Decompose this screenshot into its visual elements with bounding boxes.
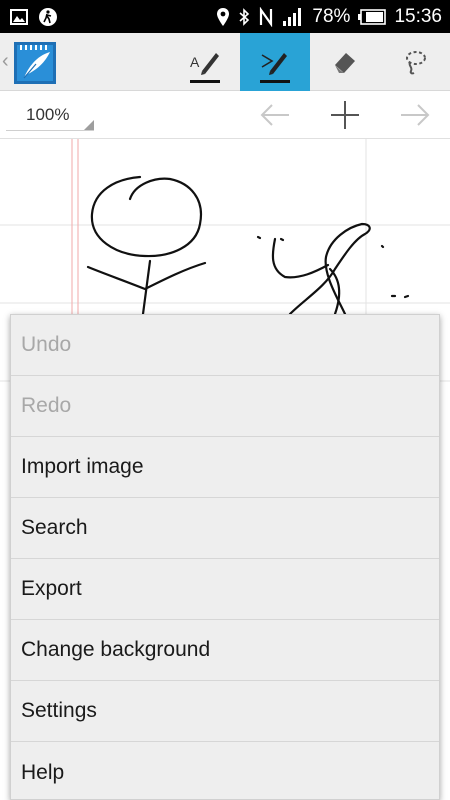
tool-underline	[260, 80, 290, 83]
signal-icon	[282, 7, 304, 27]
menu-item-import-image[interactable]: Import image	[11, 437, 439, 498]
menu-item-settings[interactable]: Settings	[11, 681, 439, 742]
text-pen-icon: A	[190, 53, 219, 75]
tool-underline	[190, 80, 220, 83]
svg-text:A: A	[190, 54, 200, 70]
menu-item-label: Redo	[21, 394, 72, 417]
menu-item-redo[interactable]: Redo	[11, 376, 439, 437]
menu-item-help[interactable]: Help	[11, 742, 439, 800]
menu-item-label: Search	[21, 516, 88, 539]
battery-icon	[358, 8, 387, 25]
action-bar: ‹ A	[0, 33, 450, 91]
nfc-icon	[258, 6, 274, 27]
bluetooth-icon	[238, 7, 250, 26]
arrow-right-icon	[401, 104, 430, 126]
menu-item-export[interactable]: Export	[11, 559, 439, 620]
location-icon	[216, 7, 230, 27]
eraser-icon	[335, 53, 355, 73]
status-right: 78% 15:36	[216, 0, 442, 33]
status-left-icons	[10, 7, 58, 27]
menu-item-search[interactable]: Search	[11, 498, 439, 559]
menu-item-label: Settings	[21, 699, 97, 722]
menu-item-change-background[interactable]: Change background	[11, 620, 439, 681]
battery-percent: 78%	[312, 5, 351, 27]
plus-icon	[331, 101, 359, 129]
add-page-button[interactable]	[315, 91, 375, 139]
lasso-tool[interactable]	[380, 33, 450, 91]
accessibility-icon	[38, 7, 58, 27]
clock: 15:36	[394, 5, 442, 27]
menu-item-label: Export	[21, 577, 82, 600]
text-pen-tool[interactable]: A	[170, 33, 240, 91]
menu-item-label: Change background	[21, 638, 211, 661]
menu-item-undo[interactable]: Undo	[11, 315, 439, 376]
zoom-value: 100%	[26, 105, 70, 124]
menu-item-label: Import image	[21, 455, 144, 478]
overflow-menu: Undo Redo Import image Search Export Cha…	[10, 314, 440, 800]
previous-page-button[interactable]	[245, 91, 305, 139]
menu-item-label: Undo	[21, 333, 72, 356]
next-page-button[interactable]	[385, 91, 445, 139]
pen-tool[interactable]	[240, 33, 310, 91]
eraser-tool[interactable]	[310, 33, 380, 91]
image-icon	[10, 9, 28, 25]
menu-item-label: Help	[21, 760, 65, 784]
dropdown-corner-icon	[84, 120, 94, 130]
app-logo-icon[interactable]	[14, 42, 56, 84]
status-bar: 78% 15:36	[0, 0, 450, 33]
lasso-icon	[406, 51, 426, 75]
ink-strokes	[86, 175, 410, 316]
pen-icon	[261, 53, 287, 75]
chevron-left-icon[interactable]: ‹	[2, 49, 12, 73]
arrow-left-icon	[260, 104, 289, 126]
page-toolbar: 100%	[0, 91, 450, 139]
zoom-dropdown[interactable]: 100%	[6, 99, 94, 131]
